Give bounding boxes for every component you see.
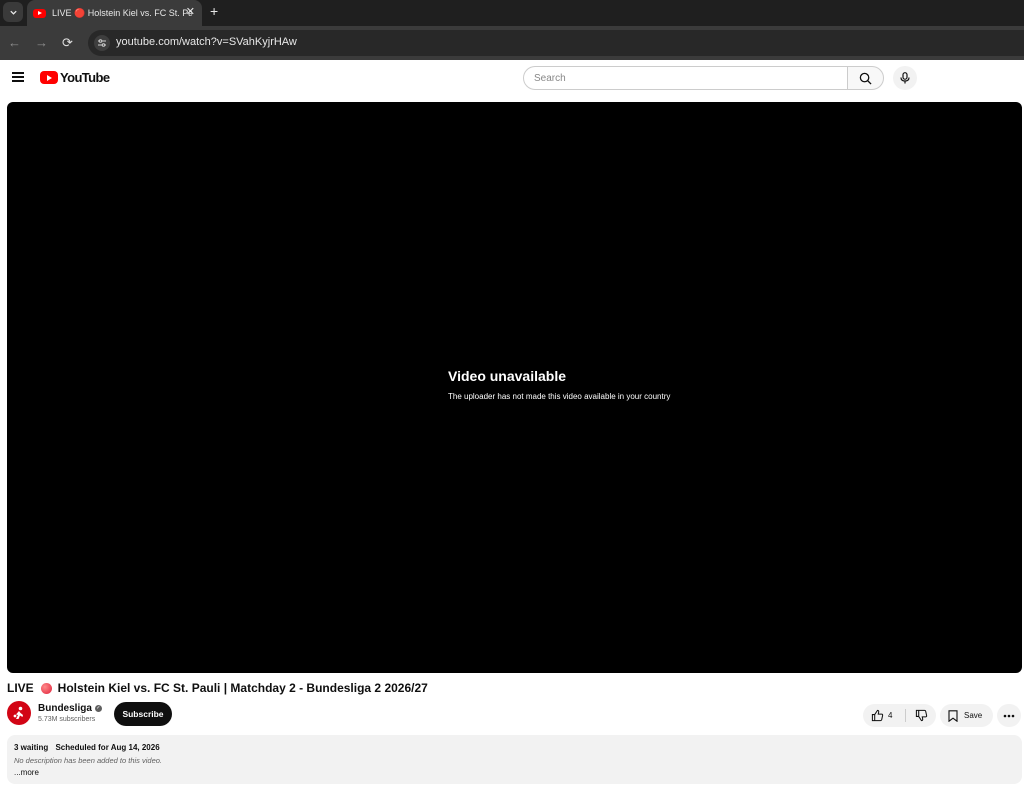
subscriber-count: 5.73M subscribers bbox=[38, 716, 96, 723]
show-more-button[interactable]: ...more bbox=[14, 768, 39, 777]
subscribe-button[interactable]: Subscribe bbox=[114, 702, 172, 726]
channel-name[interactable]: Bundesliga ✓ bbox=[38, 703, 102, 714]
browser-tab-strip: LIVE 🔴 Holstein Kiel vs. FC St. Pauli | … bbox=[0, 0, 1024, 26]
save-label: Save bbox=[964, 711, 983, 720]
more-horiz-icon bbox=[1003, 714, 1015, 717]
video-player[interactable]: Video unavailable The uploader has not m… bbox=[7, 102, 1022, 673]
scheduled-date: Scheduled for Aug 14, 2026 bbox=[55, 743, 160, 752]
like-count: 4 bbox=[888, 711, 893, 720]
microphone-icon bbox=[900, 72, 910, 84]
bookmark-icon bbox=[948, 709, 958, 722]
close-icon[interactable]: ✕ bbox=[186, 5, 195, 18]
bundesliga-logo-icon bbox=[13, 706, 23, 719]
youtube-logo[interactable]: YouTube bbox=[40, 70, 110, 85]
error-title: Video unavailable bbox=[448, 368, 567, 384]
live-label: LIVE bbox=[7, 681, 34, 695]
verified-check-icon: ✓ bbox=[94, 705, 102, 712]
browser-toolbar: ← → ⟳ youtube.com/watch?v=SVahKyjrHAw bbox=[0, 26, 1024, 60]
channel-name-text: Bundesliga bbox=[38, 703, 92, 714]
tab-search-button[interactable] bbox=[3, 2, 23, 22]
youtube-header: YouTube Search bbox=[0, 60, 1024, 96]
search-icon bbox=[859, 72, 872, 85]
address-bar[interactable]: youtube.com/watch?v=SVahKyjrHAw bbox=[88, 30, 1024, 56]
reload-button[interactable]: ⟳ bbox=[62, 35, 73, 51]
description-meta: 3 waiting Scheduled for Aug 14, 2026 bbox=[14, 743, 160, 752]
waiting-count: 3 waiting bbox=[14, 743, 49, 752]
forward-button[interactable]: → bbox=[35, 35, 48, 50]
description-box[interactable]: 3 waiting Scheduled for Aug 14, 2026 No … bbox=[7, 735, 1022, 784]
video-title: LIVE Holstein Kiel vs. FC St. Pauli | Ma… bbox=[7, 681, 428, 695]
error-message: The uploader has not made this video ava… bbox=[448, 392, 671, 401]
back-button[interactable]: ← bbox=[8, 35, 21, 50]
live-dot-icon bbox=[40, 682, 52, 694]
voice-search-button[interactable] bbox=[893, 66, 917, 90]
tune-icon[interactable] bbox=[94, 35, 110, 51]
menu-icon[interactable] bbox=[12, 72, 24, 82]
thumbs-down-icon bbox=[915, 709, 927, 722]
youtube-favicon-icon bbox=[33, 8, 46, 18]
dislike-button[interactable] bbox=[906, 704, 936, 727]
search-button[interactable] bbox=[847, 66, 884, 90]
avatar[interactable] bbox=[7, 701, 31, 725]
logo-text: YouTube bbox=[60, 70, 110, 85]
save-button[interactable]: Save bbox=[940, 704, 993, 727]
tab-title: LIVE 🔴 Holstein Kiel vs. FC St. Pauli | … bbox=[52, 7, 192, 18]
like-button[interactable]: 4 bbox=[863, 704, 905, 727]
browser-tab[interactable]: LIVE 🔴 Holstein Kiel vs. FC St. Pauli | … bbox=[27, 0, 202, 26]
new-tab-button[interactable]: + bbox=[210, 3, 218, 19]
more-actions-button[interactable] bbox=[997, 704, 1021, 727]
thumbs-up-icon bbox=[871, 709, 884, 722]
video-title-text: Holstein Kiel vs. FC St. Pauli | Matchda… bbox=[57, 681, 428, 695]
address-url: youtube.com/watch?v=SVahKyjrHAw bbox=[116, 36, 297, 48]
description-text: No description has been added to this vi… bbox=[14, 756, 163, 765]
search-input[interactable]: Search bbox=[523, 66, 848, 90]
chevron-down-icon bbox=[9, 10, 17, 15]
like-dislike-group: 4 bbox=[863, 704, 936, 727]
youtube-play-icon bbox=[40, 71, 58, 84]
